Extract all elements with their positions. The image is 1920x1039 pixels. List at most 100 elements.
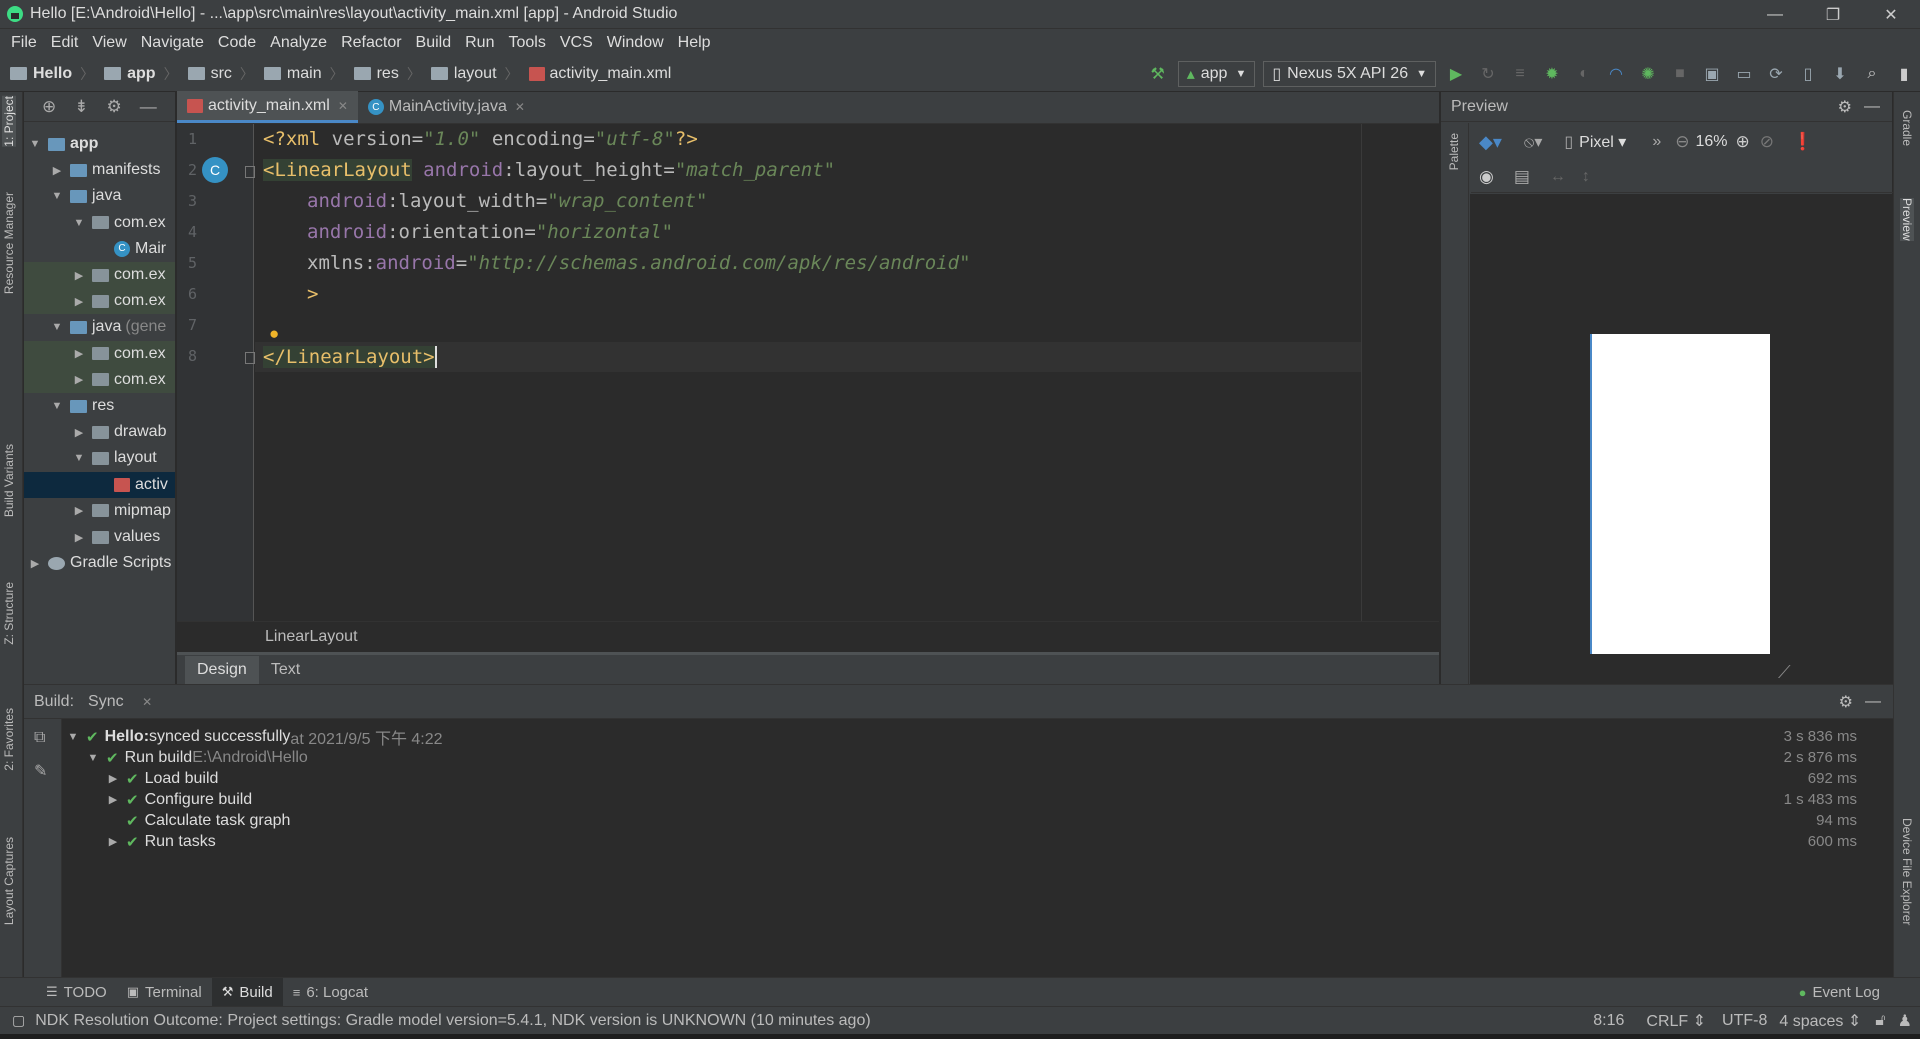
minimize-button[interactable]: — [1746, 0, 1804, 29]
caret-position[interactable]: 8:16 [1593, 1012, 1624, 1030]
debug-icon[interactable]: ✹ [1541, 63, 1563, 85]
profile-icon[interactable]: ◠ [1605, 63, 1627, 85]
tree-item[interactable]: C Mair [24, 236, 175, 262]
search-icon[interactable]: ⌕ [1861, 63, 1883, 85]
chevron-right-icon[interactable]: ▶ [50, 164, 64, 177]
chevron-right-icon[interactable]: ▶ [72, 531, 86, 544]
menu-build[interactable]: Build [409, 34, 459, 52]
menu-help[interactable]: Help [671, 34, 718, 52]
tab-activity-main[interactable]: activity_main.xml ✕ [177, 91, 358, 123]
chevron-right-icon[interactable]: ▶ [72, 373, 86, 386]
coverage-icon[interactable]: ◐ [1573, 63, 1595, 85]
tree-item[interactable]: ▼ java (gene [24, 314, 175, 340]
fold-icon[interactable] [245, 352, 255, 364]
toggle-view-icon[interactable]: ⧉ [34, 729, 45, 747]
avd-manager-icon[interactable]: ▭ [1733, 63, 1755, 85]
project-structure-icon[interactable]: ▣ [1701, 63, 1723, 85]
device-dropdown[interactable]: Pixel ▾ [1579, 132, 1626, 152]
hide-icon[interactable]: — [140, 97, 157, 117]
tree-item[interactable]: ▶ com.ex [24, 262, 175, 288]
menu-tools[interactable]: Tools [501, 34, 552, 52]
resize-handle-icon[interactable]: ⟋ [1778, 662, 1791, 683]
device-preview[interactable] [1590, 334, 1770, 654]
restore-button[interactable]: ❐ [1804, 0, 1862, 29]
tool-preview[interactable]: Preview [1900, 198, 1914, 241]
device-select[interactable]: ▯ Nexus 5X API 26 ▼ [1263, 61, 1436, 87]
chevron-right-icon[interactable]: ▶ [72, 269, 86, 282]
chevron-down-icon[interactable]: ▼ [50, 321, 64, 333]
build-row-run-build[interactable]: ▼ ✔ Run build E:\Android\Hello [86, 747, 308, 768]
build-row-load-build[interactable]: ▶ ✔ Load build [106, 768, 219, 789]
menu-window[interactable]: Window [600, 34, 671, 52]
status-toggle-icon[interactable]: ▢ [12, 1012, 25, 1029]
status-message[interactable]: NDK Resolution Outcome: Project settings… [35, 1012, 870, 1030]
breadcrumb-hello[interactable]: Hello 〉 [10, 64, 94, 84]
sdk-manager-icon[interactable]: ⬇ [1829, 63, 1851, 85]
apply-code-changes-icon[interactable]: ≡ [1509, 63, 1531, 85]
tool-palette[interactable]: Palette [1447, 133, 1461, 170]
menu-refactor[interactable]: Refactor [334, 34, 408, 52]
tab-text[interactable]: Text [259, 656, 312, 684]
chevron-down-icon[interactable]: ▼ [50, 190, 64, 202]
stop-icon[interactable]: ■ [1669, 63, 1691, 85]
chevron-down-icon[interactable]: ▼ [72, 217, 86, 229]
tree-item[interactable]: ▶ mipmap [24, 498, 175, 524]
tool-layout-captures[interactable]: Layout Captures [2, 837, 16, 925]
tool-favorites[interactable]: 2: Favorites [2, 708, 16, 771]
hide-icon[interactable]: — [1864, 98, 1880, 116]
zoom-out-icon[interactable]: ⊖ [1675, 132, 1689, 152]
pan-horizontal-icon[interactable]: ↔ [1550, 168, 1566, 186]
breadcrumb-app[interactable]: app 〉 [104, 64, 178, 84]
tool-logcat[interactable]: ≡ 6: Logcat [283, 978, 378, 1007]
chevron-right-icon[interactable]: ▶ [72, 426, 86, 439]
tree-item[interactable]: ▼ layout [24, 445, 175, 471]
tool-project[interactable]: 1: Project [2, 96, 16, 147]
tree-item[interactable]: activ [24, 471, 175, 498]
tab-main-activity[interactable]: C MainActivity.java ✕ [358, 91, 535, 123]
tool-build[interactable]: ⚒ Build [211, 977, 283, 1007]
pin-icon[interactable]: ✎ [34, 761, 47, 781]
tool-gradle[interactable]: Gradle [1900, 110, 1914, 146]
tool-event-log[interactable]: ● Event Log [1789, 978, 1890, 1007]
chevron-down-icon[interactable]: ▼ [72, 452, 86, 464]
gear-icon[interactable]: ⚙ [1839, 692, 1853, 712]
chevron-down-icon[interactable]: ▼ [28, 138, 42, 150]
menu-file[interactable]: File [4, 34, 44, 52]
code-editor[interactable]: <?xml version = "1.0" encoding = "utf-8" ?> <… [255, 124, 1365, 621]
menu-analyze[interactable]: Analyze [263, 34, 334, 52]
gear-icon[interactable]: ⚙ [1838, 97, 1852, 117]
tree-item[interactable]: ▶ com.ex [24, 366, 175, 393]
warning-icon[interactable]: ❗ [1792, 132, 1813, 152]
line-separator[interactable]: CRLF ⇕ [1646, 1011, 1706, 1031]
breadcrumb-file[interactable]: activity_main.xml [528, 65, 671, 83]
breadcrumb-res[interactable]: res 〉 [353, 64, 421, 84]
blueprint-icon[interactable]: ▤ [1514, 167, 1530, 187]
menu-view[interactable]: View [85, 34, 133, 52]
indent-setting[interactable]: 4 spaces ⇕ [1779, 1011, 1861, 1031]
preview-canvas[interactable]: ⟋ [1470, 194, 1893, 684]
build-row-run-tasks[interactable]: ▶ ✔ Run tasks [106, 831, 216, 852]
breadcrumb-linearlayout[interactable]: LinearLayout [265, 628, 358, 646]
eye-icon[interactable]: ◉ [1479, 167, 1494, 187]
pan-vertical-icon[interactable]: ↕ [1582, 168, 1590, 186]
tool-device-file-explorer[interactable]: Device File Explorer [1900, 818, 1914, 925]
tree-item[interactable]: ▶ com.ex [24, 340, 175, 367]
layers-icon[interactable]: ◆▾ [1479, 132, 1502, 153]
breadcrumb-src[interactable]: src 〉 [187, 64, 254, 84]
menu-vcs[interactable]: VCS [553, 34, 600, 52]
breadcrumb-layout[interactable]: layout 〉 [430, 64, 519, 84]
collapse-all-icon[interactable]: ⇟ [74, 97, 88, 117]
attach-debugger-icon[interactable]: ✺ [1637, 63, 1659, 85]
orientation-icon[interactable]: ⦸▾ [1524, 132, 1542, 152]
apply-changes-icon[interactable]: ↻ [1477, 63, 1499, 85]
file-encoding[interactable]: UTF-8 [1722, 1012, 1767, 1030]
menu-navigate[interactable]: Navigate [134, 34, 211, 52]
build-row-configure-build[interactable]: ▶ ✔ Configure build [106, 789, 252, 810]
sync-gradle-icon[interactable]: ⟳ [1765, 63, 1787, 85]
gear-icon[interactable]: ⚙ [107, 97, 122, 117]
device-manager-icon[interactable]: ▯ [1797, 63, 1819, 85]
close-window-button[interactable]: ✕ [1862, 0, 1920, 29]
inspector-icon[interactable]: ♟ [1898, 1011, 1912, 1031]
menu-code[interactable]: Code [211, 34, 263, 52]
build-row-sync[interactable]: ▼ ✔ Hello: synced successfully at 2021/9/… [66, 726, 443, 748]
